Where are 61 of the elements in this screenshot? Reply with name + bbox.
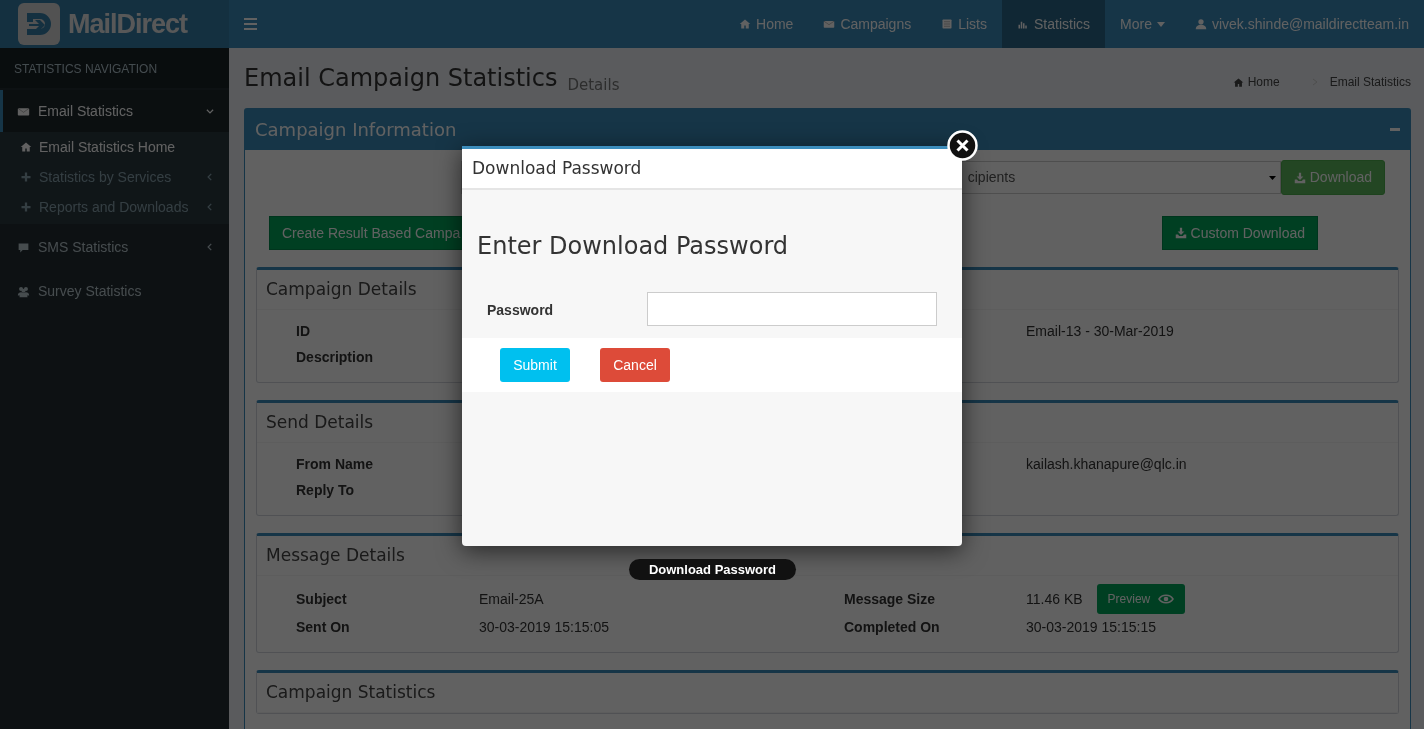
chevron-icon [205,172,215,182]
caret-icon [1268,176,1276,180]
nav-link[interactable]: More [1105,0,1180,48]
password-field[interactable] [647,292,937,326]
field-label: ID [296,322,310,339]
field-value: 30-03-2019 15:15:05 [479,618,609,635]
nav-link[interactable]: Statistics [1002,0,1105,48]
submit-button[interactable]: Submit [500,348,570,382]
home-icon [1232,76,1244,88]
chevron-icon [205,106,215,116]
chevron-icon [205,242,215,252]
nav-link[interactable]: Lists [926,0,1002,48]
logo-icon [18,3,60,45]
section-title: Message Details [266,543,405,567]
section-title: Campaign Statistics [266,680,436,704]
field-label: Subject [296,590,347,607]
field-value: kailash.khanapure@qlc.in [1026,454,1187,474]
field-label: Message Size [844,590,936,607]
menu-icon[interactable] [244,18,257,30]
user-icon [1194,18,1207,30]
section-title: Campaign Details [266,277,417,301]
users-icon [17,284,30,298]
field-value: 11.46 KB [1026,589,1083,609]
plus-icon [20,201,32,213]
page-title: Email Campaign Statistics [244,63,558,94]
nav-link[interactable]: Campaigns [808,0,927,48]
field-label: From Name [296,455,374,472]
home-icon [20,141,32,153]
download-icon [1293,171,1306,184]
download-icon [1174,227,1187,239]
custom-download-button[interactable]: Custom Download [1161,216,1318,250]
field-value: Email-25A [479,590,544,607]
caret-icon [1156,21,1165,27]
breadcrumb-link[interactable]: Email Statistics [1329,73,1411,91]
section-title: Send Details [266,410,374,434]
plus-icon [20,171,32,183]
eye-icon [1158,594,1175,604]
field-label: Sent On [296,618,350,635]
preview-button[interactable]: Preview [1096,584,1186,614]
field-value: 30-03-2019 15:15:15 [1026,617,1156,637]
field-label: Completed On [844,618,940,635]
field-value: Email-13 - 30-Mar-2019 [1026,321,1174,341]
modal-title: Download Password [472,156,642,180]
list-icon [941,18,954,30]
field-label: Description [296,348,373,365]
sidebar-heading: STATISTICS NAVIGATION [0,48,229,88]
cancel-button[interactable]: Cancel [600,348,670,382]
home-icon [739,18,751,30]
box-title: Campaign Information [255,117,457,142]
field-label: Password [487,301,555,320]
nav-link[interactable]: vivek.shinde@maildirectteam.in [1179,0,1424,48]
chevron-icon [205,202,215,212]
envelope-icon [823,18,836,30]
speech-bubble-icon [17,240,30,254]
nav-link[interactable]: Home [724,0,809,48]
tooltip: Download Password [629,559,796,580]
sidebar-subitem[interactable]: Email Statistics Home [0,132,229,162]
field-label: Reply To [296,481,355,498]
collapse-icon[interactable] [1390,127,1400,131]
breadcrumb-link[interactable]: Home [1232,73,1280,91]
logo-text: MailDirect [68,7,188,41]
